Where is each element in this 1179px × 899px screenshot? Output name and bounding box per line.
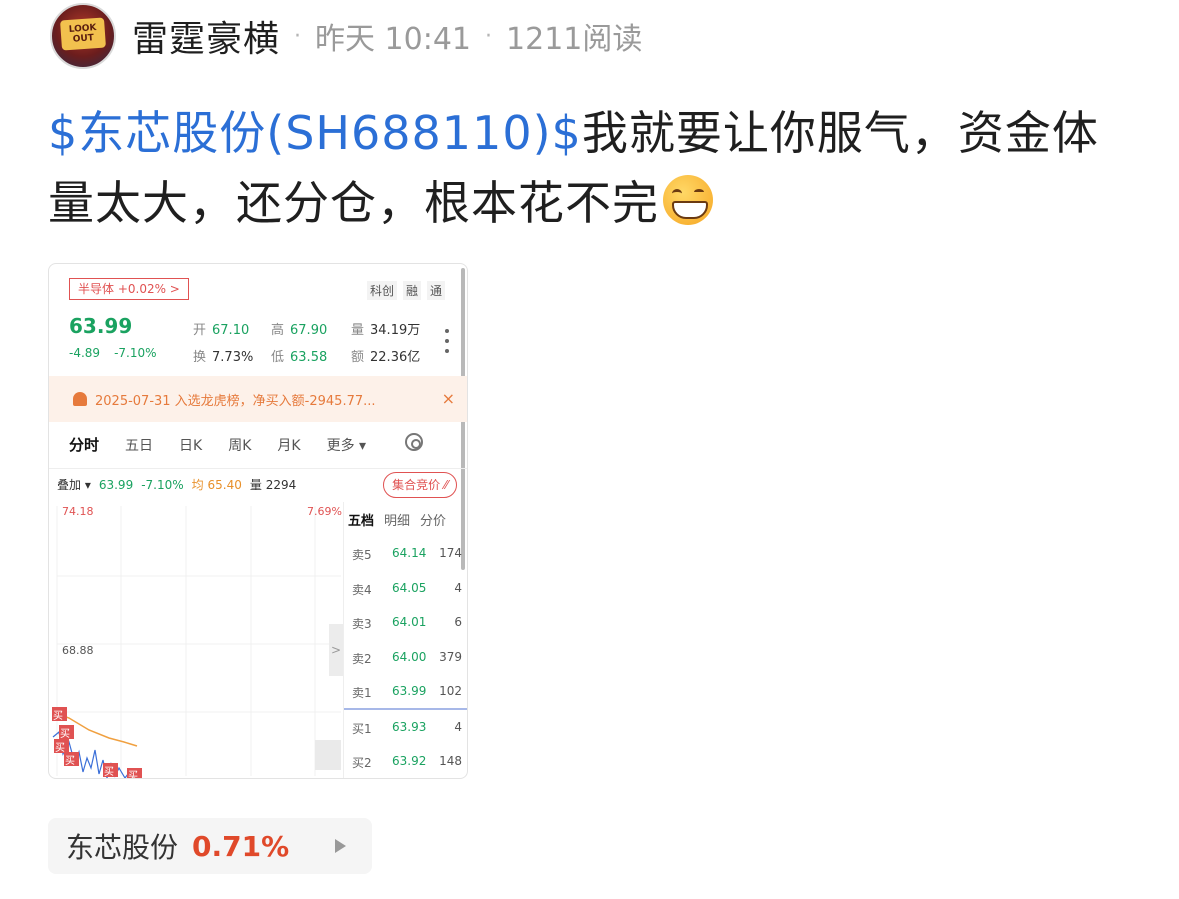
post-body: $东芯股份(SH688110)$我就要让你服气，资金体量太大，还分仓，根本花不完 (48, 98, 1138, 238)
tab-intraday[interactable]: 分时 (69, 434, 99, 455)
order-book-row: 卖3 64.01 6 (352, 615, 462, 631)
tab-five-levels[interactable]: 五档 (348, 510, 374, 529)
buy-marker: 买 (104, 767, 114, 778)
overlay-price: 63.99 (98, 477, 134, 492)
stat-open: 开 67.10 (193, 323, 250, 338)
order-book-row: 买1 63.93 4 (352, 720, 462, 736)
bid-ask-divider (344, 708, 467, 710)
fullscreen-expand-icon[interactable] (315, 740, 341, 770)
stat-high: 高 67.90 (271, 323, 328, 338)
stat-volume: 量 34.19万 (351, 323, 421, 338)
sector-badge: 半导体 +0.02% > (69, 278, 189, 300)
axis-mid-left: 68.88 (62, 644, 94, 657)
buy-marker: 买 (128, 771, 138, 779)
period-tabs: 分时 五日 日K 周K 月K 更多 ▾ (69, 433, 449, 455)
more-menu-icon[interactable] (445, 329, 449, 353)
meta-separator: · (485, 23, 493, 49)
buy-marker: 买 (53, 711, 63, 722)
buy-marker: 买 (65, 756, 75, 767)
read-count: 1211阅读 (506, 22, 643, 57)
order-book-row: 卖5 64.14 174 (352, 546, 462, 562)
tab-more[interactable]: 更多 ▾ (327, 435, 366, 455)
flag-kechuang: 科创 (366, 281, 397, 300)
buy-marker: 买 (60, 729, 70, 740)
overlay-vol: 量 2294 (249, 478, 297, 492)
alarm-icon (73, 392, 87, 406)
tab-daily-k[interactable]: 日K (179, 435, 202, 455)
stock-flags: 科创 融 通 (366, 281, 445, 300)
overlay-pct: -7.10% (141, 477, 184, 492)
chart-svg (52, 506, 341, 778)
axis-top-left: 74.18 (62, 505, 94, 518)
chart-grid (56, 506, 341, 776)
order-book-tabs: 五档 明细 分价 (344, 502, 467, 529)
tab-price-distribution[interactable]: 分价 (420, 510, 446, 529)
change-abs: -4.89 (69, 346, 101, 360)
tab-5day[interactable]: 五日 (125, 435, 153, 455)
stock-tag-link[interactable]: $东芯股份(SH688110)$ (48, 106, 582, 160)
post-time: 昨天 10:41 (315, 22, 472, 57)
order-book-row: 买2 63.92 148 (352, 754, 462, 770)
overlay-dropdown[interactable]: 叠加 ▾ (57, 476, 91, 493)
flag-rong: 融 (402, 281, 421, 300)
order-book-row: 卖1 63.99 102 (352, 684, 462, 700)
stock-quote-chip[interactable]: 东芯股份 0.71% (48, 818, 372, 874)
chart-overlay-bar: 叠加 ▾ 63.99 -7.10% 均 65.40 量 2294 (57, 476, 296, 493)
settings-icon[interactable] (405, 433, 423, 451)
author-name[interactable]: 雷霆豪横 (132, 10, 280, 62)
attached-screenshot[interactable]: 半导体 +0.02% > 科创 融 通 63.99 -4.89 -7.10% 开… (48, 263, 468, 779)
intraday-chart[interactable]: 74.18 7.69% 68.88 买 买 买 买 买 买 (49, 502, 342, 779)
tab-monthly-k[interactable]: 月K (277, 435, 300, 455)
stock-change-pct: 0.71% (192, 829, 290, 863)
overlay-avg: 均 65.40 (191, 478, 242, 492)
order-book-row: 卖2 64.00 379 (352, 650, 462, 666)
axis-top-right: 7.69% (307, 505, 342, 518)
grinning-face-emoji-icon (663, 175, 713, 225)
tab-weekly-k[interactable]: 周K (228, 435, 251, 455)
post-header: LOOK OUT 雷霆豪横 · 昨天 10:41 · 1211阅读 (50, 2, 642, 70)
call-auction-button[interactable]: 集合竞价 ⁄⁄ (383, 472, 457, 498)
close-icon[interactable]: × (442, 389, 455, 408)
stat-amount: 额 22.36亿 (351, 350, 421, 365)
play-arrow-icon (335, 839, 346, 853)
buy-marker: 买 (55, 743, 65, 754)
flag-tong: 通 (426, 281, 445, 300)
stat-low: 低 63.58 (271, 350, 328, 365)
stock-name: 东芯股份 (66, 831, 179, 864)
dragon-tiger-notice[interactable]: 2025-07-31 入选龙虎榜，净买入额-2945.77... × (49, 376, 467, 422)
tab-details[interactable]: 明细 (384, 510, 410, 529)
collapse-tab[interactable]: > (329, 624, 343, 676)
post-meta: · 昨天 10:41 · 1211阅读 (294, 14, 642, 58)
notice-text: 2025-07-31 入选龙虎榜，净买入额-2945.77... (95, 393, 376, 409)
price-change: -4.89 -7.10% (69, 346, 157, 360)
change-pct: -7.10% (114, 346, 157, 360)
avatar-text-2: OUT (72, 33, 95, 45)
meta-separator: · (294, 23, 302, 49)
avatar[interactable]: LOOK OUT (50, 3, 116, 69)
order-book-row: 卖4 64.05 4 (352, 581, 462, 597)
divider (49, 468, 467, 469)
stat-turnover: 换 7.73% (193, 350, 254, 365)
current-price: 63.99 (69, 314, 133, 338)
order-book: 五档 明细 分价 卖5 64.14 174 卖4 64.05 4 卖3 64.01 6 卖2… (343, 502, 467, 778)
avatar-badge: LOOK OUT (60, 17, 106, 51)
